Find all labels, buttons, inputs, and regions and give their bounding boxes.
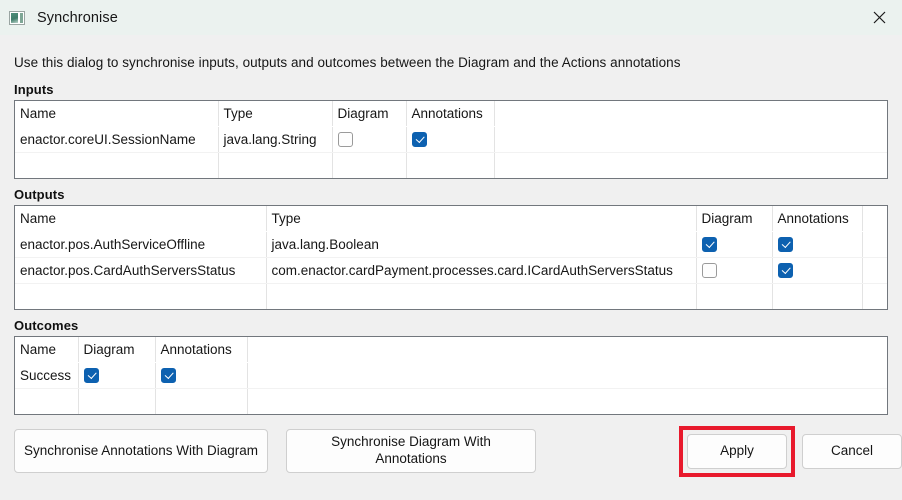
cell-name: enactor.pos.AuthServiceOffline <box>15 231 267 258</box>
empty-cell <box>155 388 248 414</box>
diagram-checkbox[interactable] <box>701 262 717 278</box>
cell-spacer <box>494 126 887 153</box>
table-header-row: Name Type Diagram Annotations <box>15 101 887 127</box>
diagram-checkbox[interactable] <box>337 131 353 147</box>
column-header-name: Name <box>15 101 219 127</box>
table-empty-row <box>15 152 887 178</box>
diagram-checkbox[interactable] <box>83 367 99 383</box>
cell-name: enactor.coreUI.SessionName <box>15 126 219 153</box>
empty-cell <box>218 152 333 178</box>
table-row[interactable]: enactor.coreUI.SessionName java.lang.Str… <box>15 126 887 153</box>
annotations-checkbox[interactable] <box>411 131 427 147</box>
dialog-footer: Synchronise Annotations With Diagram Syn… <box>14 426 902 477</box>
cell-annotations <box>406 126 495 153</box>
empty-cell <box>266 283 697 309</box>
cell-annotations <box>772 257 863 284</box>
empty-cell <box>78 388 156 414</box>
column-header-diagram: Diagram <box>696 206 773 232</box>
table-row[interactable]: enactor.pos.AuthServiceOffline java.lang… <box>15 231 887 258</box>
table-header-row: Name Type Diagram Annotations <box>15 206 887 232</box>
empty-cell <box>772 283 863 309</box>
column-header-annotations: Annotations <box>772 206 863 232</box>
empty-cell <box>406 152 495 178</box>
annotations-checkbox[interactable] <box>777 262 793 278</box>
outcomes-table: Name Diagram Annotations Success <box>14 336 888 415</box>
cell-type: com.enactor.cardPayment.processes.card.I… <box>266 257 697 284</box>
synchronise-annotations-with-diagram-button[interactable]: Synchronise Annotations With Diagram <box>14 429 268 473</box>
diagram-checkbox[interactable] <box>701 236 717 252</box>
apply-button[interactable]: Apply <box>687 434 787 469</box>
dialog-body: Use this dialog to synchronise inputs, o… <box>0 35 902 477</box>
cell-name: Success <box>15 362 79 389</box>
cell-type: java.lang.Boolean <box>266 231 697 258</box>
empty-cell <box>15 283 267 309</box>
outputs-table: Name Type Diagram Annotations enactor.po… <box>14 205 888 310</box>
cell-name: enactor.pos.CardAuthServersStatus <box>15 257 267 284</box>
empty-cell <box>15 152 219 178</box>
column-header-name: Name <box>15 206 267 232</box>
outcomes-section-label: Outcomes <box>14 318 79 333</box>
column-header-type: Type <box>266 206 697 232</box>
cell-spacer <box>862 231 887 258</box>
empty-cell <box>494 152 887 178</box>
cell-diagram <box>696 231 773 258</box>
cell-type: java.lang.String <box>218 126 333 153</box>
empty-cell <box>862 283 887 309</box>
column-header-spacer <box>494 101 887 127</box>
cell-diagram <box>332 126 407 153</box>
inputs-section-label: Inputs <box>14 82 54 97</box>
column-header-spacer <box>247 337 887 363</box>
column-header-diagram: Diagram <box>332 101 407 127</box>
application-icon <box>9 10 25 25</box>
column-header-annotations: Annotations <box>155 337 248 363</box>
window-title: Synchronise <box>37 9 118 26</box>
cancel-button[interactable]: Cancel <box>802 434 902 469</box>
window-titlebar: Synchronise <box>0 0 902 35</box>
column-header-name: Name <box>15 337 79 363</box>
inputs-table: Name Type Diagram Annotations enactor.co… <box>14 100 888 179</box>
cell-annotations <box>155 362 248 389</box>
empty-cell <box>332 152 407 178</box>
column-header-spacer <box>862 206 887 232</box>
table-row[interactable]: enactor.pos.CardAuthServersStatus com.en… <box>15 257 887 284</box>
empty-cell <box>696 283 773 309</box>
cell-spacer <box>862 257 887 284</box>
cell-spacer <box>247 362 887 389</box>
column-header-diagram: Diagram <box>78 337 156 363</box>
annotations-checkbox[interactable] <box>777 236 793 252</box>
empty-cell <box>15 388 79 414</box>
outputs-section-label: Outputs <box>14 187 65 202</box>
cell-diagram <box>78 362 156 389</box>
column-header-type: Type <box>218 101 333 127</box>
table-empty-row <box>15 388 887 414</box>
synchronise-diagram-with-annotations-button[interactable]: Synchronise Diagram With Annotations <box>286 429 536 473</box>
empty-cell <box>247 388 887 414</box>
close-icon[interactable] <box>856 0 902 35</box>
annotations-checkbox[interactable] <box>160 367 176 383</box>
cell-annotations <box>772 231 863 258</box>
column-header-annotations: Annotations <box>406 101 495 127</box>
table-empty-row <box>15 283 887 309</box>
table-row[interactable]: Success <box>15 362 887 389</box>
cell-diagram <box>696 257 773 284</box>
table-header-row: Name Diagram Annotations <box>15 337 887 363</box>
dialog-description: Use this dialog to synchronise inputs, o… <box>14 55 681 70</box>
